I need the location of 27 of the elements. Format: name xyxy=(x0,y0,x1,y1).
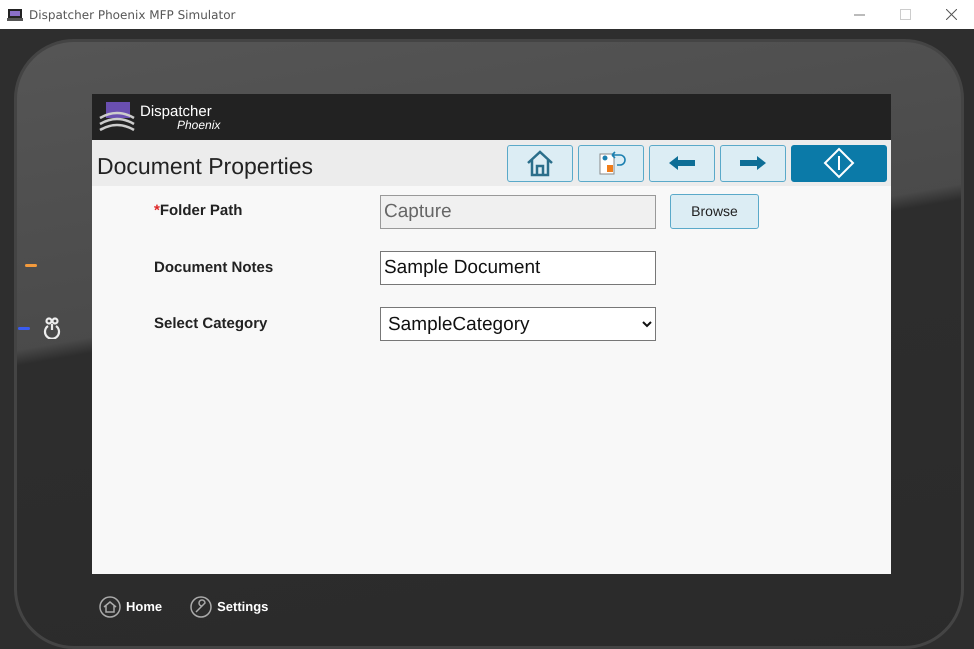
home-button[interactable] xyxy=(507,144,573,182)
notes-field[interactable]: Sample Document xyxy=(380,251,656,285)
field-label: *Folder Path xyxy=(154,201,244,222)
left-arrow-icon xyxy=(668,155,696,171)
logo-subtitle: Phoenix xyxy=(177,118,220,130)
field-label: Document Notes xyxy=(154,258,274,278)
close-icon[interactable] xyxy=(946,9,956,20)
minimize-icon[interactable] xyxy=(854,14,864,16)
field-label: Select Category xyxy=(154,314,268,334)
logo-text: Dispatcher xyxy=(140,104,213,118)
forward-button[interactable] xyxy=(720,144,786,182)
settings-link[interactable]: Settings xyxy=(190,596,268,618)
home-icon xyxy=(525,149,555,177)
logo-icon xyxy=(98,100,136,134)
home-icon xyxy=(99,596,121,618)
right-arrow-icon xyxy=(739,155,767,171)
app-icon xyxy=(7,8,23,21)
back-button[interactable] xyxy=(649,144,715,182)
category-dropdown[interactable]: SampleCategory xyxy=(380,307,656,341)
wrench-icon xyxy=(190,596,212,618)
start-button[interactable] xyxy=(791,144,887,182)
window-title: Dispatcher Phoenix MFP Simulator xyxy=(29,6,236,24)
home-link[interactable]: Home xyxy=(99,596,162,618)
power-icon[interactable] xyxy=(42,317,62,339)
page-title: Document Properties xyxy=(97,152,314,181)
job-button[interactable] xyxy=(578,144,644,182)
start-icon xyxy=(823,147,855,179)
